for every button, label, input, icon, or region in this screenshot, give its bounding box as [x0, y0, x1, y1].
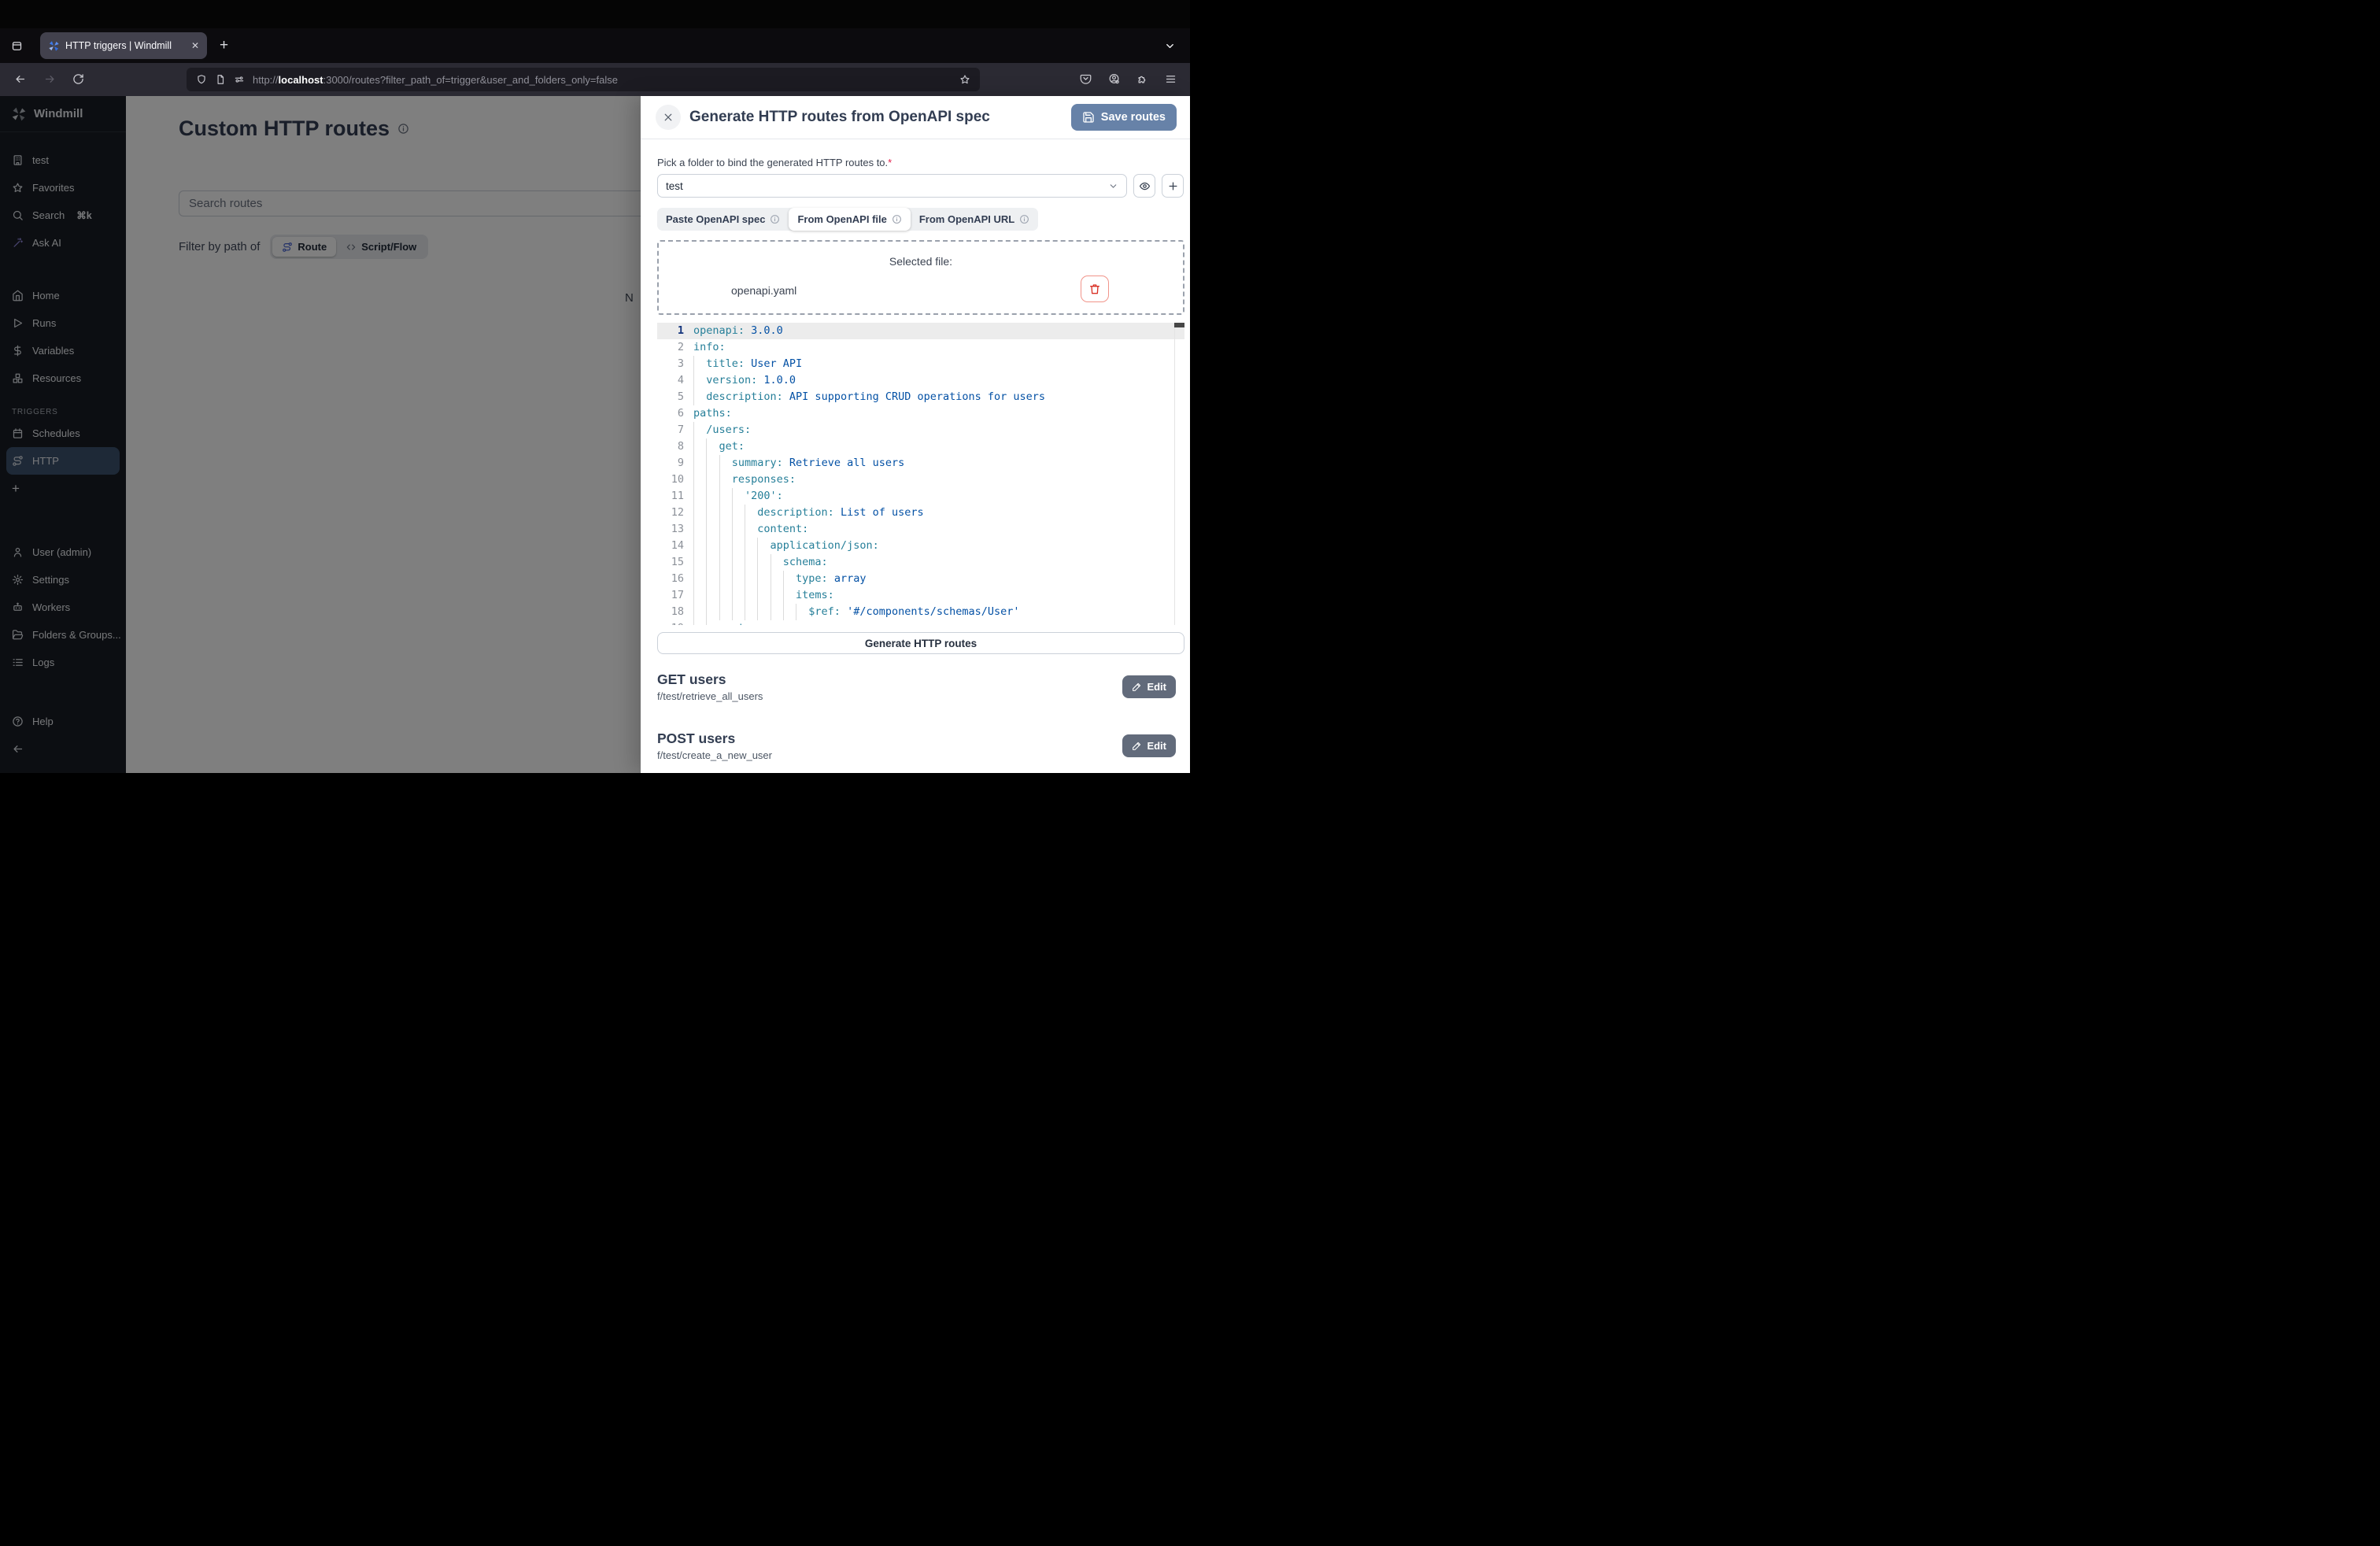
- edit-route-button[interactable]: Edit: [1122, 675, 1176, 698]
- eye-icon: [1139, 180, 1151, 192]
- add-folder-button[interactable]: [1162, 174, 1184, 198]
- code-line-8: 8 get:: [657, 438, 1184, 455]
- code-line-10: 10 responses:: [657, 472, 1184, 488]
- folder-select[interactable]: test: [657, 174, 1127, 198]
- code-line-1: 1openapi: 3.0.0: [657, 323, 1184, 339]
- code-line-17: 17 items:: [657, 587, 1184, 604]
- openapi-source-tabs: Paste OpenAPI spec From OpenAPI file Fro…: [657, 208, 1038, 231]
- code-line-5: 5 description: API supporting CRUD opera…: [657, 389, 1184, 405]
- route-path: f/test/retrieve_all_users: [657, 690, 763, 702]
- chevron-down-icon: [1108, 181, 1118, 191]
- account-icon[interactable]: [1108, 73, 1120, 85]
- browser-tab[interactable]: HTTP triggers | Windmill ✕: [40, 32, 207, 59]
- site-info-icon[interactable]: [215, 74, 226, 85]
- drawer-close-button[interactable]: [656, 105, 681, 130]
- tab-close-button[interactable]: ✕: [191, 40, 199, 51]
- drawer-body: Pick a folder to bind the generated HTTP…: [641, 139, 1190, 761]
- editor-scrollbar[interactable]: [1174, 323, 1184, 625]
- windmill-favicon: [48, 40, 60, 52]
- code-line-6: 6paths:: [657, 405, 1184, 422]
- save-routes-label: Save routes: [1101, 111, 1166, 124]
- drawer-title: Generate HTTP routes from OpenAPI spec: [689, 109, 990, 126]
- new-tab-button[interactable]: +: [220, 37, 228, 54]
- browser-tab-bar: HTTP triggers | Windmill ✕ +: [0, 28, 1190, 63]
- edit-label: Edit: [1147, 740, 1166, 752]
- tab-label: From OpenAPI URL: [919, 213, 1014, 225]
- info-icon: [770, 214, 780, 224]
- forward-icon[interactable]: [44, 73, 56, 85]
- route-card-post-users: POST users f/test/create_a_new_user Edit: [657, 730, 1184, 761]
- pencil-icon: [1132, 741, 1142, 751]
- route-title: GET users: [657, 671, 763, 688]
- route-title: POST users: [657, 730, 772, 747]
- folder-picker-label: Pick a folder to bind the generated HTTP…: [657, 157, 1184, 168]
- back-icon[interactable]: [14, 73, 26, 85]
- pencil-icon: [1132, 682, 1142, 692]
- selected-file-dropzone[interactable]: Selected file: openapi.yaml: [657, 240, 1184, 315]
- selected-file-label: Selected file:: [659, 255, 1183, 268]
- plus-icon: [1167, 180, 1179, 192]
- folder-select-value: test: [666, 180, 683, 192]
- route-card-get-users: GET users f/test/retrieve_all_users Edit: [657, 671, 1184, 702]
- code-line-14: 14 application/json:: [657, 538, 1184, 554]
- pocket-icon[interactable]: [1080, 73, 1092, 85]
- list-all-tabs-icon[interactable]: [1164, 40, 1176, 52]
- tab-label: Paste OpenAPI spec: [666, 213, 765, 225]
- selected-file-name: openapi.yaml: [731, 284, 796, 297]
- drawer-overlay-scrim[interactable]: [0, 96, 641, 773]
- trash-icon: [1088, 283, 1101, 295]
- code-line-9: 9 summary: Retrieve all users: [657, 455, 1184, 472]
- reload-icon[interactable]: [72, 73, 84, 85]
- code-line-7: 7 /users:: [657, 422, 1184, 438]
- code-line-16: 16 type: array: [657, 571, 1184, 587]
- code-line-11: 11 '200':: [657, 488, 1184, 505]
- generated-routes-list: GET users f/test/retrieve_all_users Edit…: [657, 671, 1184, 761]
- bookmark-star-icon[interactable]: [959, 74, 970, 85]
- tab-from-openapi-file[interactable]: From OpenAPI file: [789, 208, 910, 231]
- code-line-13: 13 content:: [657, 521, 1184, 538]
- code-line-18: 18 $ref: '#/components/schemas/User': [657, 604, 1184, 620]
- code-line-19: 19 post:: [657, 620, 1184, 625]
- tab-paste-openapi-spec[interactable]: Paste OpenAPI spec: [657, 208, 789, 231]
- extensions-puzzle-icon[interactable]: [1136, 73, 1148, 85]
- view-folder-button[interactable]: [1133, 174, 1155, 198]
- browser-toolbar: http://localhost:3000/routes?filter_path…: [0, 63, 1190, 96]
- url-bar[interactable]: http://localhost:3000/routes?filter_path…: [187, 68, 980, 91]
- permissions-sliders-icon[interactable]: [234, 74, 245, 85]
- code-line-12: 12 description: List of users: [657, 505, 1184, 521]
- window-top-strip: [0, 0, 1190, 28]
- code-line-4: 4 version: 1.0.0: [657, 372, 1184, 389]
- route-path: f/test/create_a_new_user: [657, 749, 772, 761]
- required-asterisk: *: [888, 157, 892, 168]
- save-routes-button[interactable]: Save routes: [1071, 104, 1177, 131]
- url-text[interactable]: http://localhost:3000/routes?filter_path…: [253, 74, 618, 86]
- remove-file-button[interactable]: [1081, 276, 1109, 302]
- tracking-protection-shield-icon[interactable]: [196, 74, 207, 85]
- save-floppy-icon: [1082, 111, 1095, 124]
- edit-label: Edit: [1147, 681, 1166, 693]
- menu-hamburger-icon[interactable]: [1165, 73, 1177, 85]
- openapi-drawer: Generate HTTP routes from OpenAPI spec S…: [641, 96, 1190, 773]
- code-line-15: 15 schema:: [657, 554, 1184, 571]
- tab-title: HTTP triggers | Windmill: [65, 40, 186, 51]
- generate-http-routes-button[interactable]: Generate HTTP routes: [657, 632, 1184, 654]
- tab-label: From OpenAPI file: [797, 213, 886, 225]
- tab-from-openapi-url[interactable]: From OpenAPI URL: [911, 208, 1038, 231]
- code-line-3: 3 title: User API: [657, 356, 1184, 372]
- firefox-view-icon[interactable]: [11, 40, 23, 52]
- app-viewport: Windmill test Favorites Search ⌘k Ask AI: [0, 96, 1190, 773]
- drawer-header: Generate HTTP routes from OpenAPI spec S…: [641, 96, 1190, 139]
- openapi-code-editor[interactable]: 1openapi: 3.0.02info:3 title: User API4 …: [657, 323, 1184, 625]
- info-icon: [892, 214, 902, 224]
- close-icon: [663, 112, 674, 123]
- info-icon: [1019, 214, 1029, 224]
- editor-scrollbar-thumb[interactable]: [1174, 323, 1184, 327]
- code-line-2: 2info:: [657, 339, 1184, 356]
- edit-route-button[interactable]: Edit: [1122, 734, 1176, 757]
